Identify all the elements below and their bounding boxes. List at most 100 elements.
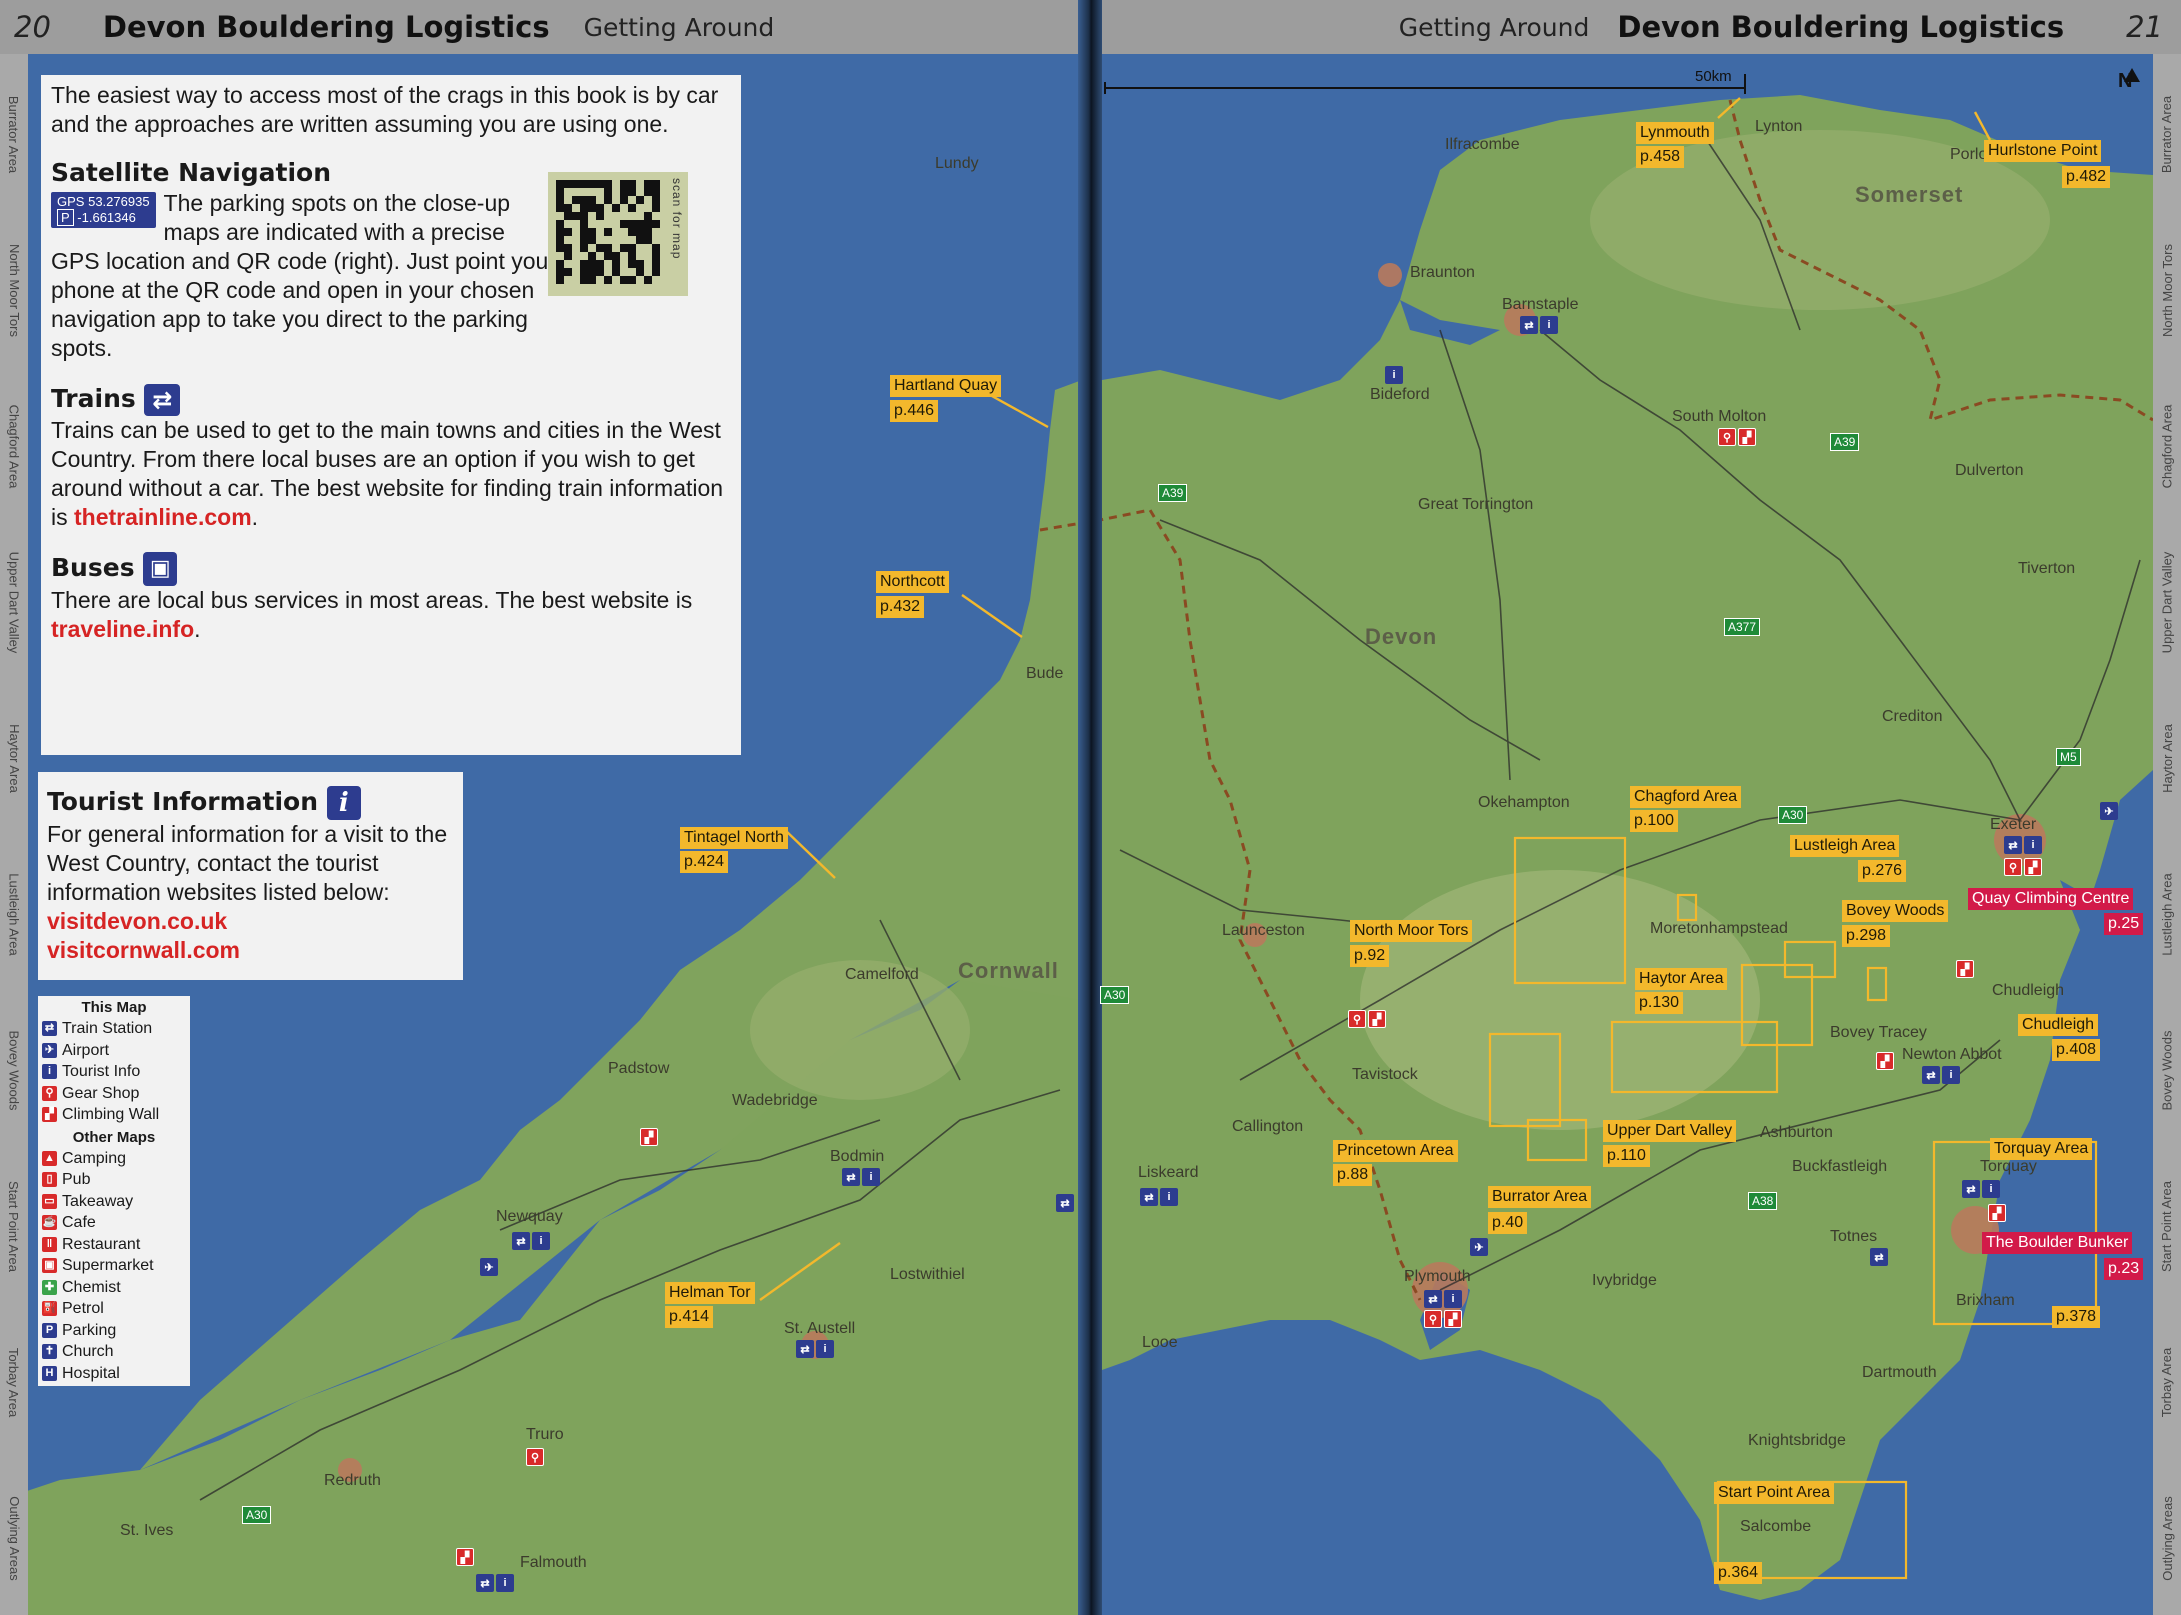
qr-code[interactable]: scan for map bbox=[548, 172, 688, 296]
climbing-wall-icon: ▞ bbox=[1876, 1052, 1894, 1070]
area-tag-page: p.40 bbox=[1488, 1212, 1528, 1234]
area-tag-name[interactable]: Hartland Quay bbox=[890, 375, 1002, 397]
place-label: St. Austell bbox=[784, 1320, 856, 1337]
place-label: Crediton bbox=[1882, 708, 1943, 725]
area-tag-name[interactable]: Helman Tor bbox=[665, 1282, 755, 1304]
area-tag-page: p.424 bbox=[680, 851, 729, 873]
side-tab[interactable]: Upper Dart Valley bbox=[2153, 532, 2181, 672]
train-icon: ⇄ bbox=[2004, 836, 2022, 854]
area-tag-name[interactable]: Tintagel North bbox=[680, 827, 788, 849]
restaurant-icon: ‖ bbox=[42, 1236, 57, 1252]
chemist-icon: ✚ bbox=[42, 1279, 57, 1295]
side-tab[interactable]: Chagford Area bbox=[2153, 376, 2181, 516]
climbing-wall-tag-name[interactable]: Quay Climbing Centre bbox=[1968, 888, 2134, 910]
climbing-wall-icon: ▞ bbox=[1988, 1204, 2006, 1222]
area-tag-name[interactable]: Lynmouth bbox=[1636, 122, 1714, 144]
side-tab[interactable]: Haytor Area bbox=[2153, 688, 2181, 828]
tourist-info-icon: i bbox=[496, 1574, 514, 1592]
area-tag-name[interactable]: Chagford Area bbox=[1630, 786, 1742, 808]
train-icon: ⇄ bbox=[1424, 1290, 1442, 1308]
traveline-link[interactable]: traveline.info bbox=[51, 616, 194, 642]
side-tab[interactable]: North Moor Tors bbox=[2153, 220, 2181, 360]
place-label: Ilfracombe bbox=[1445, 136, 1520, 153]
side-tab[interactable]: Burrator Area bbox=[0, 64, 28, 204]
side-tab[interactable]: Haytor Area bbox=[0, 688, 28, 828]
side-tab[interactable]: Torbay Area bbox=[0, 1312, 28, 1452]
area-tag-page: p.446 bbox=[890, 400, 939, 422]
area-tag-name[interactable]: Start Point Area bbox=[1714, 1482, 1835, 1504]
side-tab[interactable]: Outlying Areas bbox=[0, 1468, 28, 1608]
place-label: Newquay bbox=[496, 1208, 563, 1225]
place-label: Truro bbox=[526, 1426, 564, 1443]
area-tag-name[interactable]: Hurlstone Point bbox=[1984, 140, 2102, 162]
legend-item: ☕ Cafe bbox=[42, 1212, 186, 1234]
area-tag-name[interactable]: Torquay Area bbox=[1990, 1138, 2093, 1160]
legend-item: ✚ Chemist bbox=[42, 1277, 186, 1299]
climbing-wall-tag-page: p.25 bbox=[2104, 913, 2144, 935]
side-tab[interactable]: Upper Dart Valley bbox=[0, 532, 28, 672]
hospital-icon: H bbox=[42, 1365, 57, 1381]
place-label: Bideford bbox=[1370, 386, 1430, 403]
side-tab[interactable]: Torbay Area bbox=[2153, 1312, 2181, 1452]
legend-item: ▯ Pub bbox=[42, 1169, 186, 1191]
area-tag-name[interactable]: Northcott bbox=[876, 571, 949, 593]
petrol-icon: ⛽ bbox=[42, 1301, 57, 1317]
church-icon: ✝ bbox=[42, 1344, 57, 1360]
place-label: Dulverton bbox=[1955, 462, 2024, 479]
area-tag-name[interactable]: Chudleigh bbox=[2018, 1014, 2099, 1036]
visitcornwall-link[interactable]: visitcornwall.com bbox=[47, 936, 454, 965]
side-tab[interactable]: Chagford Area bbox=[0, 376, 28, 516]
legend-item: ▲ Camping bbox=[42, 1148, 186, 1170]
qr-caption: scan for map bbox=[670, 178, 684, 260]
side-tab[interactable]: North Moor Tors bbox=[0, 220, 28, 360]
gear-shop-icon: ⚲ bbox=[1718, 428, 1736, 446]
area-tag-name[interactable]: Princetown Area bbox=[1333, 1140, 1458, 1162]
buses-heading: Buses ▣ bbox=[51, 552, 731, 586]
place-label: Plymouth bbox=[1404, 1268, 1471, 1285]
area-tag-name[interactable]: Bovey Woods bbox=[1842, 900, 1949, 922]
road-number-badge: A30 bbox=[242, 1506, 272, 1524]
side-tab[interactable]: Outlying Areas bbox=[2153, 1468, 2181, 1608]
side-tab[interactable]: Bovey Woods bbox=[0, 1000, 28, 1140]
tourist-heading: Tourist Information i bbox=[47, 786, 454, 820]
side-tab[interactable]: Lustleigh Area bbox=[2153, 844, 2181, 984]
area-tag-name[interactable]: Haytor Area bbox=[1635, 968, 1728, 990]
area-tag-name[interactable]: Upper Dart Valley bbox=[1603, 1120, 1737, 1142]
side-tab[interactable]: Burrator Area bbox=[2153, 64, 2181, 204]
train-icon: ⇄ bbox=[796, 1340, 814, 1358]
tourist-info-icon: i bbox=[862, 1168, 880, 1186]
legend-item-label: Church bbox=[62, 1343, 114, 1360]
tourist-info-icon: i bbox=[1160, 1188, 1178, 1206]
place-label: Dartmouth bbox=[1862, 1364, 1937, 1381]
side-tab[interactable]: Bovey Woods bbox=[2153, 1000, 2181, 1140]
area-tag-name[interactable]: Lustleigh Area bbox=[1790, 835, 1900, 857]
place-label: Padstow bbox=[608, 1060, 670, 1077]
climbing-wall-tag-name[interactable]: The Boulder Bunker bbox=[1982, 1232, 2133, 1254]
trainline-link[interactable]: thetrainline.com bbox=[74, 504, 252, 530]
visitdevon-link[interactable]: visitdevon.co.uk bbox=[47, 907, 454, 936]
tourist-info-icon: i bbox=[1444, 1290, 1462, 1308]
side-tab[interactable]: Lustleigh Area bbox=[0, 844, 28, 984]
area-tag-name[interactable]: North Moor Tors bbox=[1350, 920, 1473, 942]
train-icon: ⇄ bbox=[842, 1168, 860, 1186]
place-label: Brixham bbox=[1956, 1292, 2015, 1309]
legend-item-label: Restaurant bbox=[62, 1235, 141, 1253]
area-tag-page: p.408 bbox=[2052, 1039, 2101, 1061]
section-title-left: Getting Around bbox=[583, 12, 775, 42]
road-number-badge: A39 bbox=[1830, 433, 1860, 451]
place-label: Torquay bbox=[1980, 1158, 2037, 1175]
supermarket-icon: ▣ bbox=[42, 1258, 57, 1274]
area-tag-page: p.88 bbox=[1333, 1164, 1373, 1186]
place-label: Totnes bbox=[1830, 1228, 1878, 1245]
legend-item-label: Chemist bbox=[62, 1278, 121, 1296]
qr-code-pattern bbox=[556, 180, 660, 284]
legend-item: ⚲ Gear Shop bbox=[42, 1083, 186, 1105]
satnav-body: GPS 53.276935 P -1.661346 The parking sp… bbox=[51, 189, 556, 363]
airport-icon: ✈ bbox=[1470, 1238, 1488, 1256]
place-label: Bovey Tracey bbox=[1830, 1024, 1927, 1041]
place-label: Ivybridge bbox=[1592, 1272, 1657, 1289]
area-tag-name[interactable]: Burrator Area bbox=[1488, 1186, 1592, 1208]
side-tab[interactable]: Start Point Area bbox=[2153, 1156, 2181, 1296]
map-legend: This Map ⇄ Train Station ✈ Airport i Tourist … bbox=[38, 996, 190, 1386]
side-tab[interactable]: Start Point Area bbox=[0, 1156, 28, 1296]
